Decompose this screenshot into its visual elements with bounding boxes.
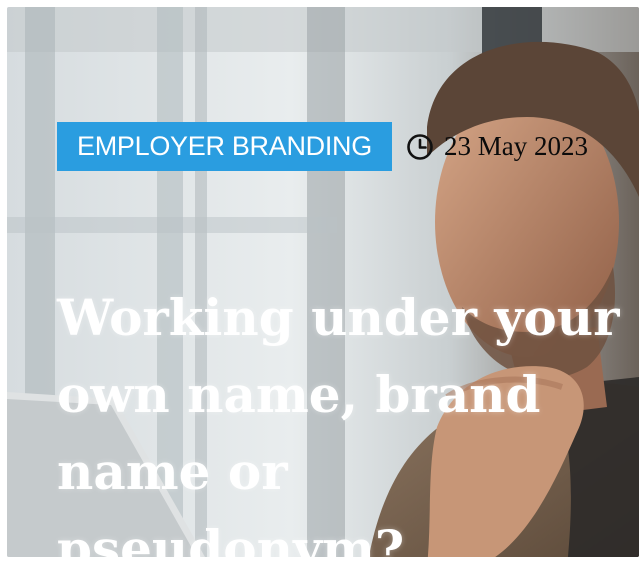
post-meta: EMPLOYER BRANDING 23 May 2023 bbox=[57, 122, 588, 171]
article-title[interactable]: Working under your own name, brand name … bbox=[57, 279, 637, 557]
category-tag[interactable]: EMPLOYER BRANDING bbox=[57, 122, 392, 171]
clock-icon bbox=[406, 133, 434, 161]
article-card[interactable]: EMPLOYER BRANDING 23 May 2023 Working un… bbox=[7, 7, 639, 557]
post-date: 23 May 2023 bbox=[406, 131, 588, 162]
date-label: 23 May 2023 bbox=[443, 131, 588, 161]
